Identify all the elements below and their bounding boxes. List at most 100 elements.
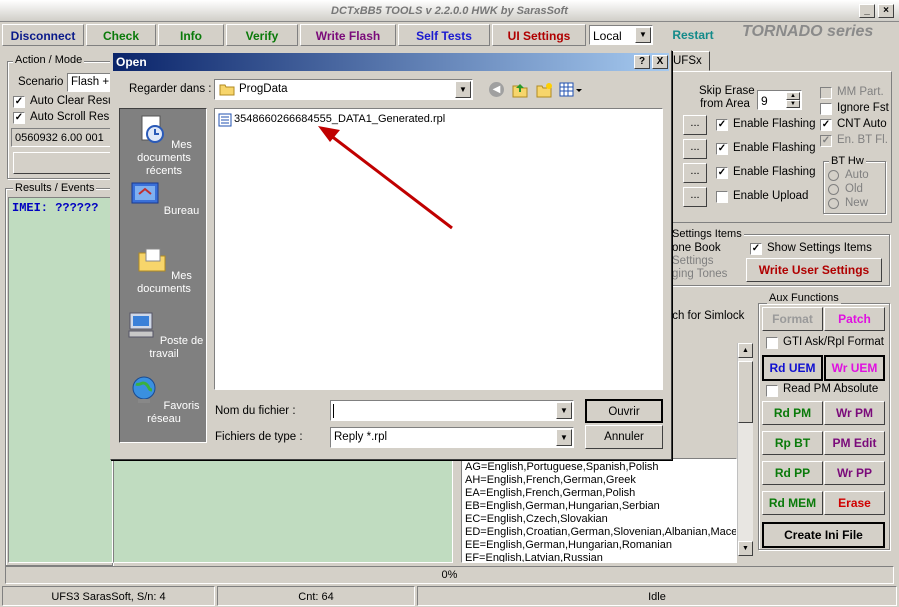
ringing-tones-label: ging Tones	[672, 268, 728, 280]
verify-button[interactable]: Verify	[226, 24, 298, 46]
ui-settings-button[interactable]: UI Settings	[492, 24, 586, 46]
results-log[interactable]: IMEI: ??????	[8, 197, 113, 563]
spin-down-icon[interactable]: ▼	[786, 100, 800, 108]
browse-button-4[interactable]: ...	[683, 187, 707, 207]
wr-pp-button[interactable]: Wr PP	[824, 461, 885, 485]
help-icon[interactable]: ?	[634, 55, 650, 69]
globe-icon	[132, 376, 156, 403]
info-button[interactable]: Info	[158, 24, 224, 46]
browse-button-3[interactable]: ...	[683, 163, 707, 183]
browse-button-1[interactable]: ...	[683, 115, 707, 135]
place-network[interactable]: Favoris réseau	[120, 374, 208, 426]
look-in-select[interactable]: ProgData ▼	[214, 79, 473, 100]
close-button[interactable]: ×	[878, 4, 894, 18]
dialog-close-button[interactable]: X	[652, 55, 668, 69]
patch-button[interactable]: Patch	[824, 307, 885, 331]
rd-uem-button[interactable]: Rd UEM	[762, 355, 823, 381]
enable-flashing-checkbox-2[interactable]: ✓	[716, 143, 728, 155]
mm-part-checkbox[interactable]	[820, 87, 832, 99]
write-user-settings-button[interactable]: Write User Settings	[746, 258, 882, 282]
language-list[interactable]: AG=English,Portuguese,Spanish,Polish AH=…	[461, 458, 737, 563]
place-desktop[interactable]: Bureau	[120, 179, 208, 218]
gti-checkbox[interactable]	[766, 337, 778, 349]
rd-pm-button[interactable]: Rd PM	[762, 401, 823, 425]
folder-icon	[219, 84, 235, 96]
cancel-button[interactable]: Annuler	[585, 425, 663, 449]
view-menu-icon[interactable]	[559, 82, 583, 98]
restart-button[interactable]: Restart	[658, 24, 728, 46]
skip-erase-spinner[interactable]: 9 ▲ ▼	[757, 90, 802, 110]
mode-select[interactable]: Local ▼	[589, 25, 653, 45]
chevron-down-icon[interactable]: ▼	[556, 429, 572, 446]
enable-flashing-label-1: Enable Flashing	[733, 118, 816, 130]
self-tests-button[interactable]: Self Tests	[398, 24, 490, 46]
enable-upload-checkbox[interactable]	[716, 191, 728, 203]
list-item[interactable]: EF=English,Latvian,Russian	[465, 552, 736, 562]
enable-flashing-checkbox-3[interactable]: ✓	[716, 167, 728, 179]
ignore-fst-checkbox[interactable]	[820, 103, 832, 115]
action-button[interactable]	[13, 152, 112, 174]
new-folder-icon[interactable]	[535, 81, 553, 99]
language-scrollbar[interactable]: ▲ ▼	[737, 343, 753, 556]
format-button[interactable]: Format	[762, 307, 823, 331]
list-item[interactable]: EC=English,Czech,Slovakian	[465, 513, 736, 526]
scroll-thumb[interactable]	[738, 361, 753, 423]
scroll-up-icon[interactable]: ▲	[738, 343, 753, 358]
browse-button-2[interactable]: ...	[683, 139, 707, 159]
place-my-computer[interactable]: Poste de travail	[120, 309, 208, 361]
chevron-down-icon[interactable]: ▼	[635, 27, 651, 43]
disconnect-button[interactable]: Disconnect	[2, 24, 84, 46]
scroll-down-icon[interactable]: ▼	[738, 541, 753, 556]
my-documents-icon	[138, 248, 166, 272]
bt-new-radio[interactable]	[828, 198, 839, 209]
spin-up-icon[interactable]: ▲	[786, 92, 800, 100]
mm-part-label: MM Part.	[837, 86, 884, 98]
wr-pm-button[interactable]: Wr PM	[824, 401, 885, 425]
place-recent-documents[interactable]: Mes documents récents	[120, 113, 208, 178]
rd-pp-button[interactable]: Rd PP	[762, 461, 823, 485]
rp-bt-button[interactable]: Rp BT	[762, 431, 823, 455]
auto-clear-checkbox[interactable]: ✓	[13, 96, 25, 108]
enable-flashing-label-2: Enable Flashing	[733, 142, 816, 154]
filetype-select[interactable]: Reply *.rpl ▼	[330, 427, 574, 448]
open-button[interactable]: Ouvrir	[585, 399, 663, 423]
write-flash-button[interactable]: Write Flash	[300, 24, 396, 46]
bt-old-radio[interactable]	[828, 184, 839, 195]
place-my-documents[interactable]: Mes documents	[120, 244, 208, 296]
tab-ufsx[interactable]: UFSx	[668, 51, 710, 71]
show-settings-checkbox[interactable]: ✓	[750, 243, 762, 255]
cnt-auto-checkbox[interactable]: ✓	[820, 119, 832, 131]
chevron-down-icon[interactable]: ▼	[455, 81, 471, 98]
list-item[interactable]: AG=English,Portuguese,Spanish,Polish	[465, 461, 736, 474]
chevron-down-icon[interactable]: ▼	[556, 402, 572, 419]
wr-uem-button[interactable]: Wr UEM	[824, 355, 885, 381]
filename-input[interactable]: ▼	[330, 400, 574, 421]
pm-edit-button[interactable]: PM Edit	[824, 431, 885, 455]
file-list[interactable]: 3548660266684555_DATA1_Generated.rpl	[214, 108, 663, 390]
window-title-bar: DCTxBB5 TOOLS v 2.2.0.0 HWK by SarasSoft…	[0, 0, 899, 22]
list-item[interactable]: EB=English,German,Hungarian,Serbian	[465, 500, 736, 513]
auto-clear-label: Auto Clear Resu	[30, 95, 115, 107]
auto-scroll-checkbox[interactable]: ✓	[13, 112, 25, 124]
list-item[interactable]: EA=English,French,German,Polish	[465, 487, 736, 500]
scenario-select[interactable]: Flash +	[67, 73, 112, 92]
enable-flashing-checkbox-1[interactable]: ✓	[716, 119, 728, 131]
erase-button[interactable]: Erase	[824, 491, 885, 515]
en-bt-fl-checkbox[interactable]: ✓	[820, 135, 832, 147]
list-item[interactable]: AH=English,French,German,Greek	[465, 474, 736, 487]
list-item[interactable]: EE=English,German,Hungarian,Romanian	[465, 539, 736, 552]
results-log-visible	[113, 458, 453, 563]
back-icon[interactable]: ◀	[489, 82, 504, 97]
up-folder-icon[interactable]	[511, 81, 529, 99]
list-item[interactable]: ED=English,Croatian,German,Slovenian,Alb…	[465, 526, 736, 539]
bt-auto-radio[interactable]	[828, 170, 839, 181]
auto-scroll-label: Auto Scroll Resu	[30, 111, 116, 123]
check-button[interactable]: Check	[86, 24, 156, 46]
ignore-fst-label: Ignore Fst	[837, 102, 889, 114]
read-pm-absolute-checkbox[interactable]	[766, 385, 778, 397]
minimize-button[interactable]: _	[859, 4, 875, 18]
rd-mem-button[interactable]: Rd MEM	[762, 491, 823, 515]
results-label: Results / Events	[13, 182, 97, 194]
dialog-title-bar: Open ? X	[113, 53, 669, 71]
create-ini-file-button[interactable]: Create Ini File	[762, 522, 885, 548]
